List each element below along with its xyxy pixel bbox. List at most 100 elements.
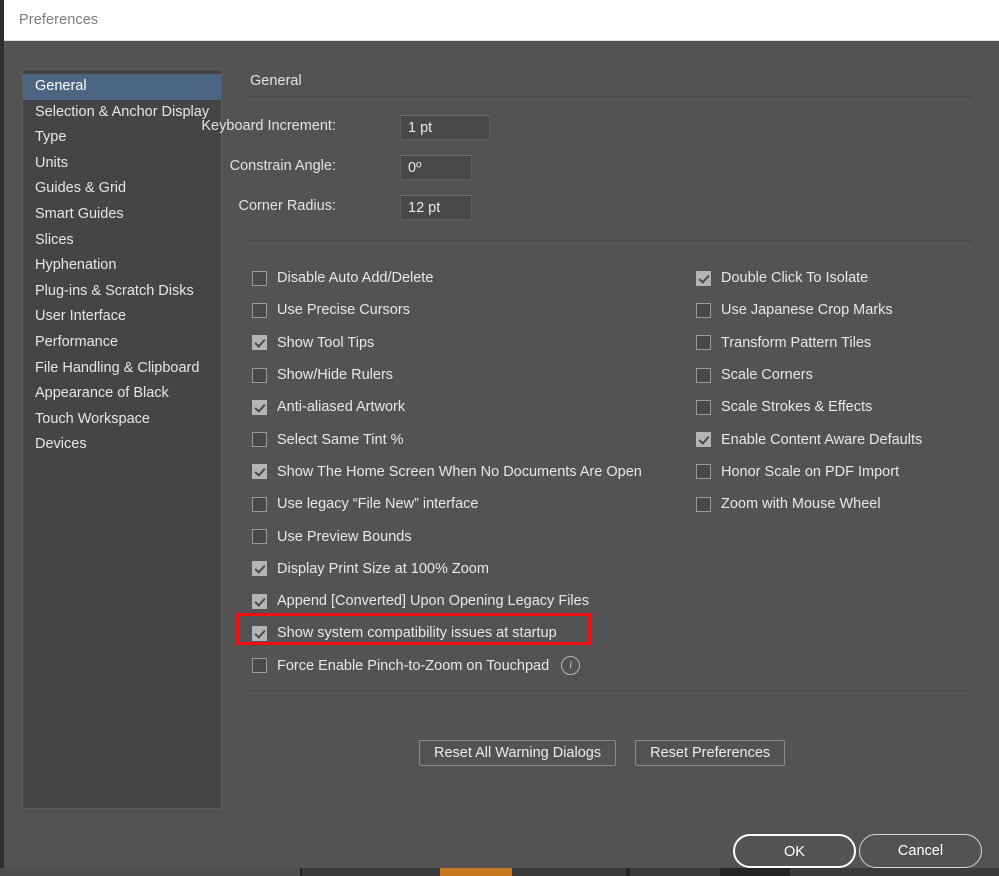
checkbox-anti-aliased-artwork[interactable] bbox=[252, 400, 267, 415]
sidebar-item-label: Selection & Anchor Display bbox=[35, 104, 209, 120]
keyboard-increment-input[interactable] bbox=[400, 115, 490, 140]
info-icon[interactable]: i bbox=[561, 656, 580, 675]
checkbox-label: Display Print Size at 100% Zoom bbox=[277, 561, 489, 577]
checkbox-scale-corners[interactable] bbox=[696, 368, 711, 383]
sidebar-item-label: Performance bbox=[35, 334, 118, 350]
checkbox-row-use-legacy-file-new-interface[interactable]: Use legacy “File New” interface bbox=[252, 488, 722, 520]
checkbox-label: Enable Content Aware Defaults bbox=[721, 432, 922, 448]
corner-radius-label: Corner Radius: bbox=[238, 198, 336, 214]
checkbox-honor-scale-on-pdf-import[interactable] bbox=[696, 464, 711, 479]
checkbox-zoom-with-mouse-wheel[interactable] bbox=[696, 497, 711, 512]
sidebar-item-label: Slices bbox=[35, 232, 74, 248]
checkbox-row-show-hide-rulers[interactable]: Show/Hide Rulers bbox=[252, 359, 722, 391]
checkbox-row-display-print-size-at-100-zoom[interactable]: Display Print Size at 100% Zoom bbox=[252, 553, 722, 585]
divider-middle bbox=[248, 240, 972, 241]
cancel-button[interactable]: Cancel bbox=[859, 834, 982, 868]
checkbox-use-legacy-file-new-interface[interactable] bbox=[252, 497, 267, 512]
checkbox-row-use-precise-cursors[interactable]: Use Precise Cursors bbox=[252, 294, 722, 326]
checkbox-row-transform-pattern-tiles[interactable]: Transform Pattern Tiles bbox=[696, 327, 976, 359]
checkbox-column-right: Double Click To Isolate Use Japanese Crop… bbox=[696, 262, 976, 520]
checkbox-row-scale-corners[interactable]: Scale Corners bbox=[696, 359, 976, 391]
checkbox-label: Anti-aliased Artwork bbox=[277, 399, 405, 415]
checkbox-use-precise-cursors[interactable] bbox=[252, 303, 267, 318]
checkbox-row-show-the-home-screen-when-no-documents-are-open[interactable]: Show The Home Screen When No Documents A… bbox=[252, 456, 722, 488]
sidebar-item-type[interactable]: Type bbox=[23, 125, 221, 151]
keyboard-increment-label: Keyboard Increment: bbox=[201, 118, 336, 134]
preferences-category-list[interactable]: General Selection & Anchor Display Type Uni… bbox=[22, 69, 222, 809]
taskbar-segment bbox=[790, 868, 999, 876]
sidebar-item-user-interface[interactable]: User Interface bbox=[23, 304, 221, 330]
taskbar-active-app[interactable] bbox=[440, 868, 512, 876]
checkbox-row-double-click-to-isolate[interactable]: Double Click To Isolate bbox=[696, 262, 976, 294]
checkbox-force-enable-pinch-to-zoom-on-touchpad[interactable] bbox=[252, 658, 267, 673]
checkbox-append-converted-upon-opening-legacy-files[interactable] bbox=[252, 594, 267, 609]
checkbox-row-show-tool-tips[interactable]: Show Tool Tips bbox=[252, 327, 722, 359]
checkbox-label: Scale Strokes & Effects bbox=[721, 399, 872, 415]
checkbox-row-append-converted-upon-opening-legacy-files[interactable]: Append [Converted] Upon Opening Legacy F… bbox=[252, 585, 722, 617]
sidebar-item-appearance-of-black[interactable]: Appearance of Black bbox=[23, 381, 221, 407]
checkbox-display-print-size-at-100-zoom[interactable] bbox=[252, 561, 267, 576]
reset-preferences-button[interactable]: Reset Preferences bbox=[635, 740, 785, 766]
checkbox-use-preview-bounds[interactable] bbox=[252, 529, 267, 544]
sidebar-item-label: Guides & Grid bbox=[35, 180, 126, 196]
checkbox-row-honor-scale-on-pdf-import[interactable]: Honor Scale on PDF Import bbox=[696, 456, 976, 488]
checkbox-row-use-preview-bounds[interactable]: Use Preview Bounds bbox=[252, 520, 722, 552]
sidebar-item-units[interactable]: Units bbox=[23, 151, 221, 177]
sidebar-item-file-handling-clipboard[interactable]: File Handling & Clipboard bbox=[23, 356, 221, 382]
sidebar-item-general[interactable]: General bbox=[23, 74, 221, 100]
field-row-corner-radius: Corner Radius: bbox=[248, 195, 578, 221]
taskbar-segment bbox=[0, 868, 300, 876]
ok-button[interactable]: OK bbox=[733, 834, 856, 868]
checkbox-double-click-to-isolate[interactable] bbox=[696, 271, 711, 286]
checkbox-show-system-compatibility-issues-at-startup[interactable] bbox=[252, 626, 267, 641]
sidebar-item-slices[interactable]: Slices bbox=[23, 228, 221, 254]
checkbox-label: Honor Scale on PDF Import bbox=[721, 464, 899, 480]
checkbox-label: Zoom with Mouse Wheel bbox=[721, 496, 881, 512]
checkbox-show-tool-tips[interactable] bbox=[252, 335, 267, 350]
sidebar-item-selection-anchor-display[interactable]: Selection & Anchor Display bbox=[23, 100, 221, 126]
taskbar-segment bbox=[302, 868, 462, 876]
checkbox-row-scale-strokes-effects[interactable]: Scale Strokes & Effects bbox=[696, 391, 976, 423]
checkbox-row-zoom-with-mouse-wheel[interactable]: Zoom with Mouse Wheel bbox=[696, 488, 976, 520]
sidebar-item-smart-guides[interactable]: Smart Guides bbox=[23, 202, 221, 228]
checkbox-enable-content-aware-defaults[interactable] bbox=[696, 432, 711, 447]
sidebar-item-label: Devices bbox=[35, 436, 87, 452]
page-title: General bbox=[250, 73, 302, 89]
checkbox-show-the-home-screen-when-no-documents-are-open[interactable] bbox=[252, 464, 267, 479]
sidebar-item-label: General bbox=[35, 78, 87, 94]
checkbox-label: Scale Corners bbox=[721, 367, 813, 383]
sidebar-item-performance[interactable]: Performance bbox=[23, 330, 221, 356]
reset-all-warning-dialogs-button[interactable]: Reset All Warning Dialogs bbox=[419, 740, 616, 766]
checkbox-disable-auto-add-delete[interactable] bbox=[252, 271, 267, 286]
checkbox-label: Double Click To Isolate bbox=[721, 270, 868, 286]
sidebar-item-label: File Handling & Clipboard bbox=[35, 360, 199, 376]
sidebar-item-guides-grid[interactable]: Guides & Grid bbox=[23, 176, 221, 202]
checkbox-row-enable-content-aware-defaults[interactable]: Enable Content Aware Defaults bbox=[696, 423, 976, 455]
checkbox-scale-strokes-effects[interactable] bbox=[696, 400, 711, 415]
checkbox-show-hide-rulers[interactable] bbox=[252, 368, 267, 383]
checkbox-row-use-japanese-crop-marks[interactable]: Use Japanese Crop Marks bbox=[696, 294, 976, 326]
constrain-angle-input[interactable] bbox=[400, 155, 472, 180]
checkbox-row-select-same-tint[interactable]: Select Same Tint % bbox=[252, 423, 722, 455]
checkbox-use-japanese-crop-marks[interactable] bbox=[696, 303, 711, 318]
checkbox-label: Use Precise Cursors bbox=[277, 302, 410, 318]
sidebar-item-touch-workspace[interactable]: Touch Workspace bbox=[23, 407, 221, 433]
checkbox-label: Transform Pattern Tiles bbox=[721, 335, 871, 351]
checkbox-row-anti-aliased-artwork[interactable]: Anti-aliased Artwork bbox=[252, 391, 722, 423]
sidebar-item-label: Type bbox=[35, 129, 66, 145]
sidebar-item-label: Units bbox=[35, 155, 68, 171]
checkbox-label: Use Japanese Crop Marks bbox=[721, 302, 893, 318]
field-row-keyboard-increment: Keyboard Increment: bbox=[248, 115, 578, 141]
divider-bottom bbox=[248, 690, 972, 691]
sidebar-item-plug-ins-scratch-disks[interactable]: Plug-ins & Scratch Disks bbox=[23, 279, 221, 305]
checkbox-row-force-enable-pinch-to-zoom-on-touchpad[interactable]: Force Enable Pinch-to-Zoom on Touchpadi bbox=[252, 650, 722, 682]
checkbox-select-same-tint[interactable] bbox=[252, 432, 267, 447]
corner-radius-input[interactable] bbox=[400, 195, 472, 220]
checkbox-transform-pattern-tiles[interactable] bbox=[696, 335, 711, 350]
sidebar-item-hyphenation[interactable]: Hyphenation bbox=[23, 253, 221, 279]
checkbox-row-disable-auto-add-delete[interactable]: Disable Auto Add/Delete bbox=[252, 262, 722, 294]
window-title: Preferences bbox=[19, 12, 98, 28]
checkbox-row-show-system-compatibility-issues-at-startup[interactable]: Show system compatibility issues at star… bbox=[252, 617, 722, 649]
sidebar-item-devices[interactable]: Devices bbox=[23, 432, 221, 458]
preferences-content-pane: General Keyboard Increment: Constrain An… bbox=[248, 69, 972, 809]
